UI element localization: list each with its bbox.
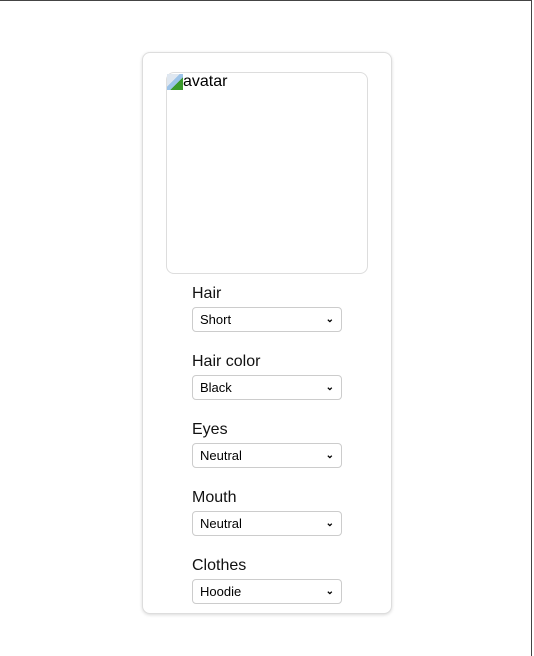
chevron-down-icon: ⌄ (325, 450, 334, 461)
hair-color-select[interactable]: Black ⌄ (192, 375, 342, 400)
field-eyes: Eyes Neutral ⌄ (192, 421, 342, 468)
field-mouth: Mouth Neutral ⌄ (192, 489, 342, 536)
clothes-select[interactable]: Hoodie ⌄ (192, 579, 342, 604)
mouth-select[interactable]: Neutral ⌄ (192, 511, 342, 536)
chevron-down-icon: ⌄ (325, 518, 334, 529)
avatar-image: avatar (166, 72, 368, 274)
chevron-down-icon: ⌄ (325, 586, 334, 597)
avatar-alt-text: avatar (183, 73, 228, 90)
eyes-select[interactable]: Neutral ⌄ (192, 443, 342, 468)
selected-value: Black (200, 380, 232, 395)
chevron-down-icon: ⌄ (325, 382, 334, 393)
selected-value: Neutral (200, 448, 242, 463)
avatar-editor-card: avatar Hair Short ⌄ Hair color Black ⌄ Eye… (142, 52, 392, 614)
selected-value: Hoodie (200, 584, 242, 599)
field-label: Hair (192, 285, 222, 302)
field-label: Hair color (192, 353, 261, 370)
hair-select[interactable]: Short ⌄ (192, 307, 342, 332)
chevron-down-icon: ⌄ (325, 314, 334, 325)
field-label: Mouth (192, 489, 237, 506)
selected-value: Neutral (200, 516, 242, 531)
field-hair: Hair Short ⌄ (192, 285, 342, 332)
field-label: Eyes (192, 421, 228, 438)
field-clothes: Clothes Hoodie ⌄ (192, 557, 342, 604)
broken-image-icon (167, 74, 183, 90)
field-label: Clothes (192, 557, 247, 574)
selected-value: Short (200, 312, 232, 327)
field-hair-color: Hair color Black ⌄ (192, 353, 342, 400)
